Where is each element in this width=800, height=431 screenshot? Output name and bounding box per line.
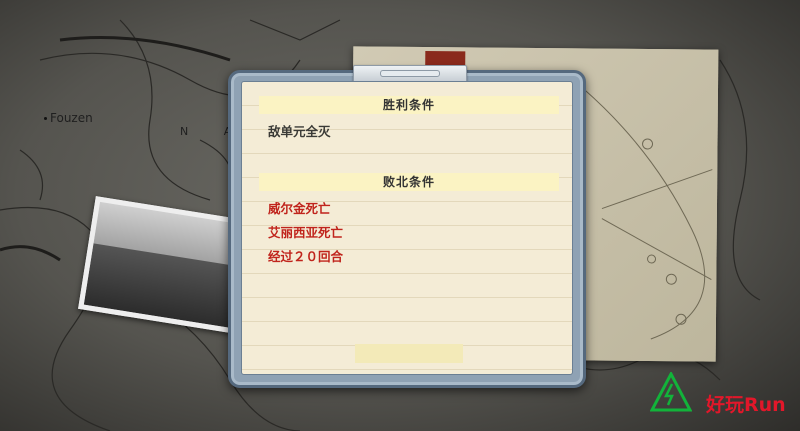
conditions-dialog: 胜利条件 敌单元全灭 败北条件 威尔金死亡 艾丽西亚死亡 经过２０回合 <box>228 65 586 388</box>
victory-conditions-header: 胜利条件 <box>259 96 559 114</box>
defeat-condition-3: 经过２０回合 <box>268 249 344 264</box>
defeat-conditions-header: 败北条件 <box>259 173 559 191</box>
watermark-brand-text: 好玩Run <box>706 394 786 416</box>
watermark-logo-icon <box>650 372 692 412</box>
clip-bar <box>380 70 440 77</box>
defeat-condition-2: 艾丽西亚死亡 <box>268 225 344 240</box>
conditions-sheet: 胜利条件 敌单元全灭 败北条件 威尔金死亡 艾丽西亚死亡 经过２０回合 <box>241 81 573 375</box>
dialog-footer-bar[interactable] <box>355 344 463 363</box>
defeat-condition-1: 威尔金死亡 <box>268 201 331 216</box>
map-town-label: Fouzen <box>44 111 93 125</box>
victory-condition-1: 敌单元全灭 <box>268 124 331 139</box>
